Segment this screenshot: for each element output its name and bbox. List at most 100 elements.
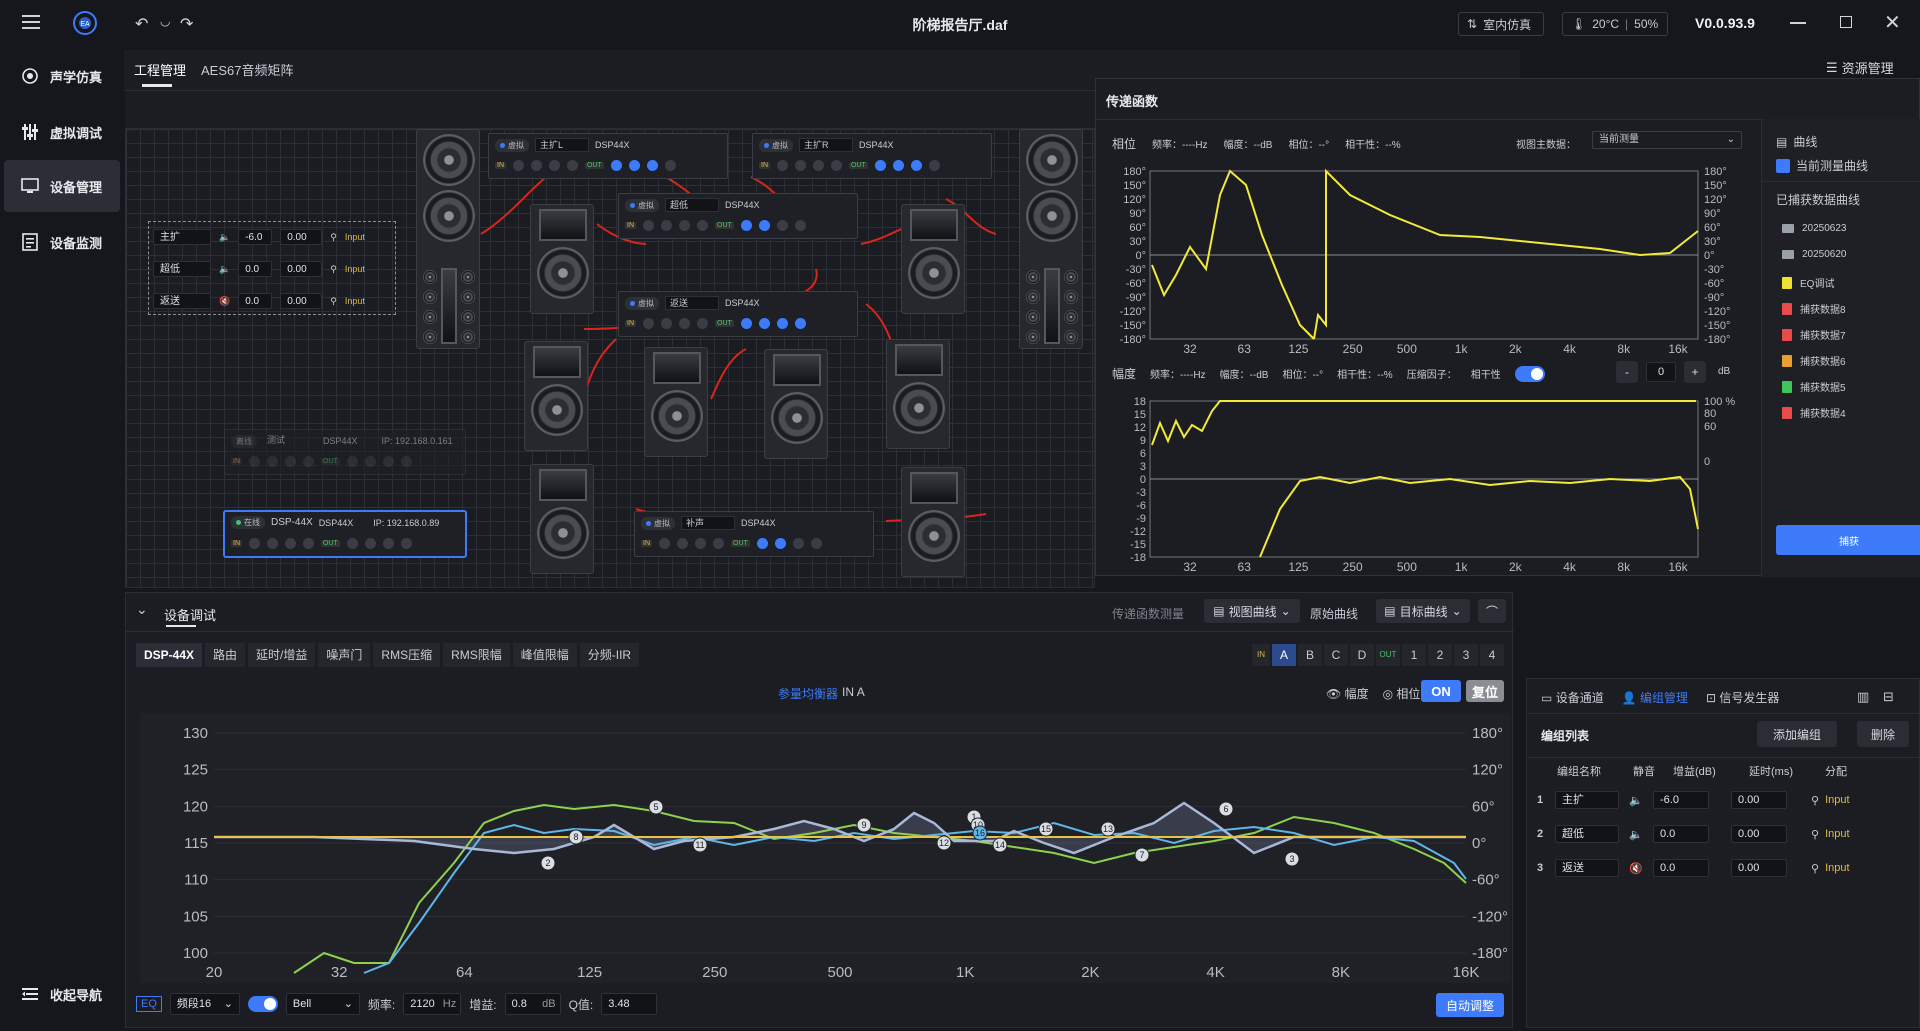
delete-group-button[interactable]: 删除 <box>1857 721 1909 747</box>
eq-band-point[interactable]: 5 <box>648 799 664 815</box>
transfer-measure-button[interactable]: 传递函数测量 <box>1112 605 1184 622</box>
speaker-muted-icon[interactable]: 🔇 <box>219 296 230 307</box>
canvas-channel-row[interactable]: 返送 🔇 0.0 0.00 ⚲ Input <box>149 286 395 316</box>
speaker-cabinet[interactable] <box>530 204 594 314</box>
group-delay-field[interactable]: 0.00 <box>1731 859 1787 877</box>
tab-signal-generator[interactable]: ⊡ 信号发生器 <box>1706 689 1779 706</box>
route-icon[interactable]: ⚲ <box>1811 828 1819 841</box>
group-delay-field[interactable]: 0.00 <box>1731 825 1787 843</box>
magnitude-chart[interactable]: 1815129630-3-6-9-12-15-18100 %80600 32 63… <box>1096 389 1736 575</box>
speaker-icon[interactable]: 🔈 <box>1625 828 1647 841</box>
eq-band-point[interactable]: 9 <box>856 817 872 833</box>
curve-file[interactable]: 捕获数据6 <box>1782 353 1846 368</box>
group-row[interactable]: 3 返送 🔇 0.0 0.00 ⚲ Input <box>1537 855 1917 881</box>
dsp-device-card[interactable]: 虚拟 主扩R DSP44X IN OUT <box>752 133 992 179</box>
speaker-cabinet[interactable] <box>764 349 828 459</box>
filter-type-select[interactable]: Bell ⌄ <box>285 993 360 1015</box>
coherence-toggle[interactable] <box>1514 365 1545 382</box>
eq-chart[interactable]: 130125120115110105100180°120°60°0°-60°-1… <box>140 713 1510 983</box>
freq-input[interactable]: 2120 Hz <box>403 993 462 1015</box>
tab-rms-compressor[interactable]: RMS压缩 <box>373 643 441 667</box>
eq-band-point[interactable]: 8 <box>568 829 584 845</box>
raw-curve-button[interactable]: 原始曲线 <box>1310 605 1358 622</box>
undo-icon[interactable]: ↶ <box>135 14 148 34</box>
route-icon[interactable]: ⚲ <box>330 264 337 275</box>
tab-routing[interactable]: 路由 <box>205 643 246 667</box>
tab-crossover-iir[interactable]: 分频-IIR <box>579 643 640 667</box>
channel-in-b[interactable]: B <box>1298 644 1322 666</box>
channel-route[interactable]: Input <box>345 296 365 306</box>
route-icon[interactable]: ⚲ <box>1811 794 1819 807</box>
view-main-select[interactable]: 当前测量 ⌄ <box>1592 131 1742 149</box>
group-name-field[interactable]: 超低 <box>1555 825 1619 843</box>
channel-in-c[interactable]: C <box>1324 644 1348 666</box>
speaker-cabinet[interactable] <box>901 204 965 314</box>
group-route[interactable]: Input <box>1825 828 1849 840</box>
speaker-icon[interactable]: 🔈 <box>1625 794 1647 807</box>
group-row[interactable]: 2 超低 🔈 0.0 0.00 ⚲ Input <box>1537 821 1917 847</box>
collapse-chevron-icon[interactable]: ⌄ <box>136 601 148 618</box>
group-route[interactable]: Input <box>1825 862 1849 874</box>
channel-name-field[interactable]: 主扩 <box>153 229 211 245</box>
capture-button[interactable]: 捕获 <box>1776 525 1920 555</box>
eq-band-point[interactable]: 6 <box>1218 801 1234 817</box>
group-route[interactable]: Input <box>1825 794 1849 806</box>
redo-icon[interactable]: ↷ <box>180 14 193 34</box>
eq-band-point[interactable]: 11 <box>692 837 708 853</box>
view-curve-select[interactable]: ▤ 视图曲线 ⌄ <box>1204 599 1300 623</box>
channel-gain-field[interactable]: 0.0 <box>238 293 273 309</box>
channel-in-d[interactable]: D <box>1350 644 1374 666</box>
dsp-device-card[interactable]: 虚拟 主扩L DSP44X IN OUT <box>488 133 728 179</box>
history-icon[interactable]: ◡ <box>160 14 170 28</box>
dsp-device-card-selected[interactable]: 在线 DSP-44X DSP44X IP: 192.168.0.89 IN OUT <box>224 511 466 557</box>
close-icon[interactable]: ✕ <box>1884 10 1901 35</box>
tab-rms-limiter[interactable]: RMS限幅 <box>443 643 510 667</box>
channel-route[interactable]: Input <box>345 232 365 242</box>
route-icon[interactable]: ⚲ <box>330 232 337 243</box>
speaker-cabinet[interactable] <box>901 467 965 577</box>
split-icon[interactable]: ⊟ <box>1883 689 1894 705</box>
tab-project-manage[interactable]: 工程管理 <box>134 60 186 79</box>
sidebar-item-virtual-debug[interactable]: 虚拟调试 <box>4 106 120 158</box>
device-canvas[interactable]: 主扩 🔈 -6.0 0.00 ⚲ Input 超低 🔈 0.0 0.00 ⚲ I… <box>125 128 1095 588</box>
curve-file[interactable]: 捕获数据8 <box>1782 301 1846 316</box>
curve-folder[interactable]: 20250623 <box>1782 223 1847 234</box>
eq-reset-button[interactable]: 复位 <box>1466 680 1504 702</box>
maximize-icon[interactable] <box>1840 16 1852 28</box>
eq-on-button[interactable]: ON <box>1421 680 1461 702</box>
curve-file[interactable]: 捕获数据5 <box>1782 379 1846 394</box>
tab-aes67-matrix[interactable]: AES67音频矩阵 <box>201 60 293 79</box>
group-name-field[interactable]: 返送 <box>1555 859 1619 877</box>
target-curve-select[interactable]: ▤ 目标曲线 ⌄ <box>1376 599 1470 623</box>
speaker-icon[interactable]: 🔈 <box>219 264 230 275</box>
eq-band-point[interactable]: 16 <box>972 825 988 841</box>
group-row[interactable]: 1 主扩 🔈 -6.0 0.00 ⚲ Input <box>1537 787 1917 813</box>
canvas-channel-row[interactable]: 主扩 🔈 -6.0 0.00 ⚲ Input <box>149 222 395 252</box>
curve-file[interactable]: 捕获数据7 <box>1782 327 1846 342</box>
show-amp-toggle[interactable]: 👁 幅度 <box>1326 685 1369 702</box>
canvas-channel-row[interactable]: 超低 🔈 0.0 0.00 ⚲ Input <box>149 254 395 284</box>
speaker-cabinet[interactable] <box>1019 129 1083 349</box>
channel-delay-field[interactable]: 0.00 <box>280 261 323 277</box>
channel-name-field[interactable]: 返送 <box>153 293 211 309</box>
curve-file[interactable]: 捕获数据4 <box>1782 405 1846 420</box>
channel-delay-field[interactable]: 0.00 <box>280 229 323 245</box>
sidebar-item-device-manage[interactable]: 设备管理 <box>4 160 120 212</box>
speaker-cabinet[interactable] <box>530 464 594 574</box>
tab-group-manage[interactable]: 👤 编组管理 <box>1622 689 1688 706</box>
eq-band-point[interactable]: 13 <box>1100 821 1116 837</box>
eq-band-point[interactable]: 2 <box>540 855 556 871</box>
group-name-field[interactable]: 主扩 <box>1555 791 1619 809</box>
climate-button[interactable]: 🌡 20°C | 50% <box>1562 12 1668 36</box>
speaker-muted-icon[interactable]: 🔇 <box>1625 862 1647 875</box>
compress-plus-button[interactable]: + <box>1684 361 1706 383</box>
dsp-device-card[interactable]: 虚拟 超低 DSP44X IN OUT <box>618 193 858 239</box>
sidebar-item-acoustic-sim[interactable]: 声学仿真 <box>4 50 120 102</box>
collapse-nav-button[interactable]: 收起导航 <box>4 968 120 1020</box>
tab-peak-limiter[interactable]: 峰值限幅 <box>512 643 577 667</box>
sidebar-item-device-monitor[interactable]: 设备监测 <box>4 216 120 268</box>
eq-band-point[interactable]: 3 <box>1284 851 1300 867</box>
resource-manage-button[interactable]: ☰ 资源管理 <box>1826 58 1894 77</box>
channel-delay-field[interactable]: 0.00 <box>280 293 323 309</box>
compress-minus-button[interactable]: - <box>1616 361 1638 383</box>
